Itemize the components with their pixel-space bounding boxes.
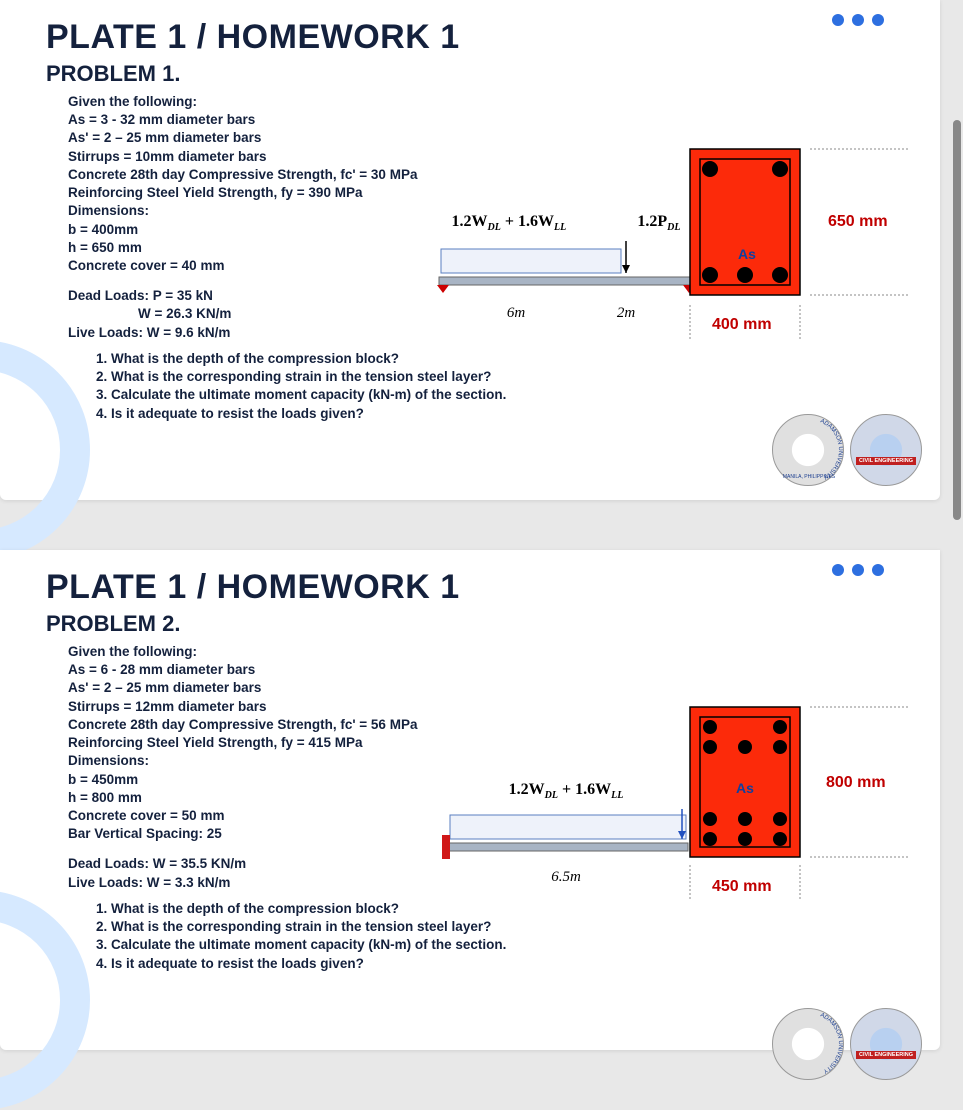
width-dim: 450 mm	[712, 878, 772, 895]
beam-svg	[431, 241, 701, 301]
load-line: Live Loads: W = 9.6 kN/m	[68, 324, 676, 342]
question: 4. Is it adequate to resist the loads gi…	[96, 405, 676, 423]
given-line: As = 6 - 28 mm diameter bars	[68, 661, 676, 679]
height-dim: 650 mm	[828, 213, 888, 230]
given-line: Stirrups = 12mm diameter bars	[68, 698, 676, 716]
adamson-seal: ADAMSON UNIVERSITY	[772, 1008, 844, 1080]
svg-text:MANILA, PHILIPPINES: MANILA, PHILIPPINES	[783, 474, 836, 480]
problem-heading: PROBLEM 1.	[46, 61, 900, 87]
question: 1. What is the depth of the compression …	[96, 900, 676, 918]
svg-text:ADAMSON UNIVERSITY: ADAMSON UNIVERSITY	[819, 418, 843, 480]
civil-eng-seal: CIVIL ENGINEERING	[850, 1008, 922, 1080]
slide-title: PLATE 1 / HOMEWORK 1	[46, 568, 900, 607]
given-header: Given the following:	[68, 643, 676, 661]
given-line: Stirrups = 10mm diameter bars	[68, 148, 676, 166]
section-svg: As 650 mm 400 mm	[680, 141, 910, 351]
civil-eng-seal: CIVIL ENGINEERING	[850, 414, 922, 486]
as-label: As	[738, 246, 756, 262]
question: 1. What is the depth of the compression …	[96, 350, 676, 368]
span-dimensions: 6.5m	[416, 869, 716, 886]
load-formula: 1.2WDL + 1.6WLL 1.2PDL	[416, 213, 716, 233]
formula-part: 1.2W	[452, 213, 488, 230]
svg-text:ADAMSON UNIVERSITY: ADAMSON UNIVERSITY	[819, 1012, 843, 1074]
cross-section-diagram: As 650 mm 400 mm	[680, 141, 910, 351]
as-label: As	[736, 780, 754, 796]
beam-diagram: 1.2WDL + 1.6WLL 6.5m	[416, 781, 716, 886]
given-line: Dimensions:	[68, 752, 676, 770]
university-seals: ADAMSON UNIVERSITY CIVIL ENGINEERING	[772, 1008, 922, 1080]
formula-part: 1.2W	[509, 781, 545, 798]
university-seals: ADAMSON UNIVERSITYMANILA, PHILIPPINES CI…	[772, 414, 922, 486]
given-line: As = 3 - 32 mm diameter bars	[68, 111, 676, 129]
questions-list: 1. What is the depth of the compression …	[68, 900, 676, 973]
cross-section-diagram: As 800 mm 450 mm	[680, 701, 910, 911]
seal-band: CIVIL ENGINEERING	[856, 457, 916, 465]
slide-title: PLATE 1 / HOMEWORK 1	[46, 18, 900, 57]
beam-diagram: 1.2WDL + 1.6WLL 1.2PDL 6m 2m	[416, 213, 716, 322]
question: 2. What is the corresponding strain in t…	[96, 368, 676, 386]
height-dim: 800 mm	[826, 774, 886, 791]
given-line: Reinforcing Steel Yield Strength, fy = 3…	[68, 184, 676, 202]
given-line: Concrete 28th day Compressive Strength, …	[68, 716, 676, 734]
question: 3. Calculate the ultimate moment capacit…	[96, 386, 676, 404]
section-svg: As 800 mm 450 mm	[680, 701, 910, 911]
width-dim: 400 mm	[712, 316, 772, 333]
given-header: Given the following:	[68, 93, 676, 111]
question: 4. Is it adequate to resist the loads gi…	[96, 955, 676, 973]
given-line: As' = 2 – 25 mm diameter bars	[68, 679, 676, 697]
adamson-seal: ADAMSON UNIVERSITYMANILA, PHILIPPINES	[772, 414, 844, 486]
span-dimensions: 6m 2m	[416, 305, 716, 322]
given-line: Concrete 28th day Compressive Strength, …	[68, 166, 676, 184]
question: 2. What is the corresponding strain in t…	[96, 918, 676, 936]
problem-heading: PROBLEM 2.	[46, 611, 900, 637]
scrollbar[interactable]	[953, 120, 961, 520]
load-formula: 1.2WDL + 1.6WLL	[416, 781, 716, 801]
slide-problem-1: PLATE 1 / HOMEWORK 1 PROBLEM 1. Given th…	[0, 0, 940, 500]
questions-list: 1. What is the depth of the compression …	[68, 350, 676, 423]
formula-part: 1.2P	[637, 213, 667, 230]
slide-problem-2: PLATE 1 / HOMEWORK 1 PROBLEM 2. Given th…	[0, 550, 940, 1050]
seal-band: CIVIL ENGINEERING	[856, 1051, 916, 1059]
question: 3. Calculate the ultimate moment capacit…	[96, 936, 676, 954]
given-line: As' = 2 – 25 mm diameter bars	[68, 129, 676, 147]
beam-svg	[436, 809, 696, 865]
given-line: Reinforcing Steel Yield Strength, fy = 4…	[68, 734, 676, 752]
